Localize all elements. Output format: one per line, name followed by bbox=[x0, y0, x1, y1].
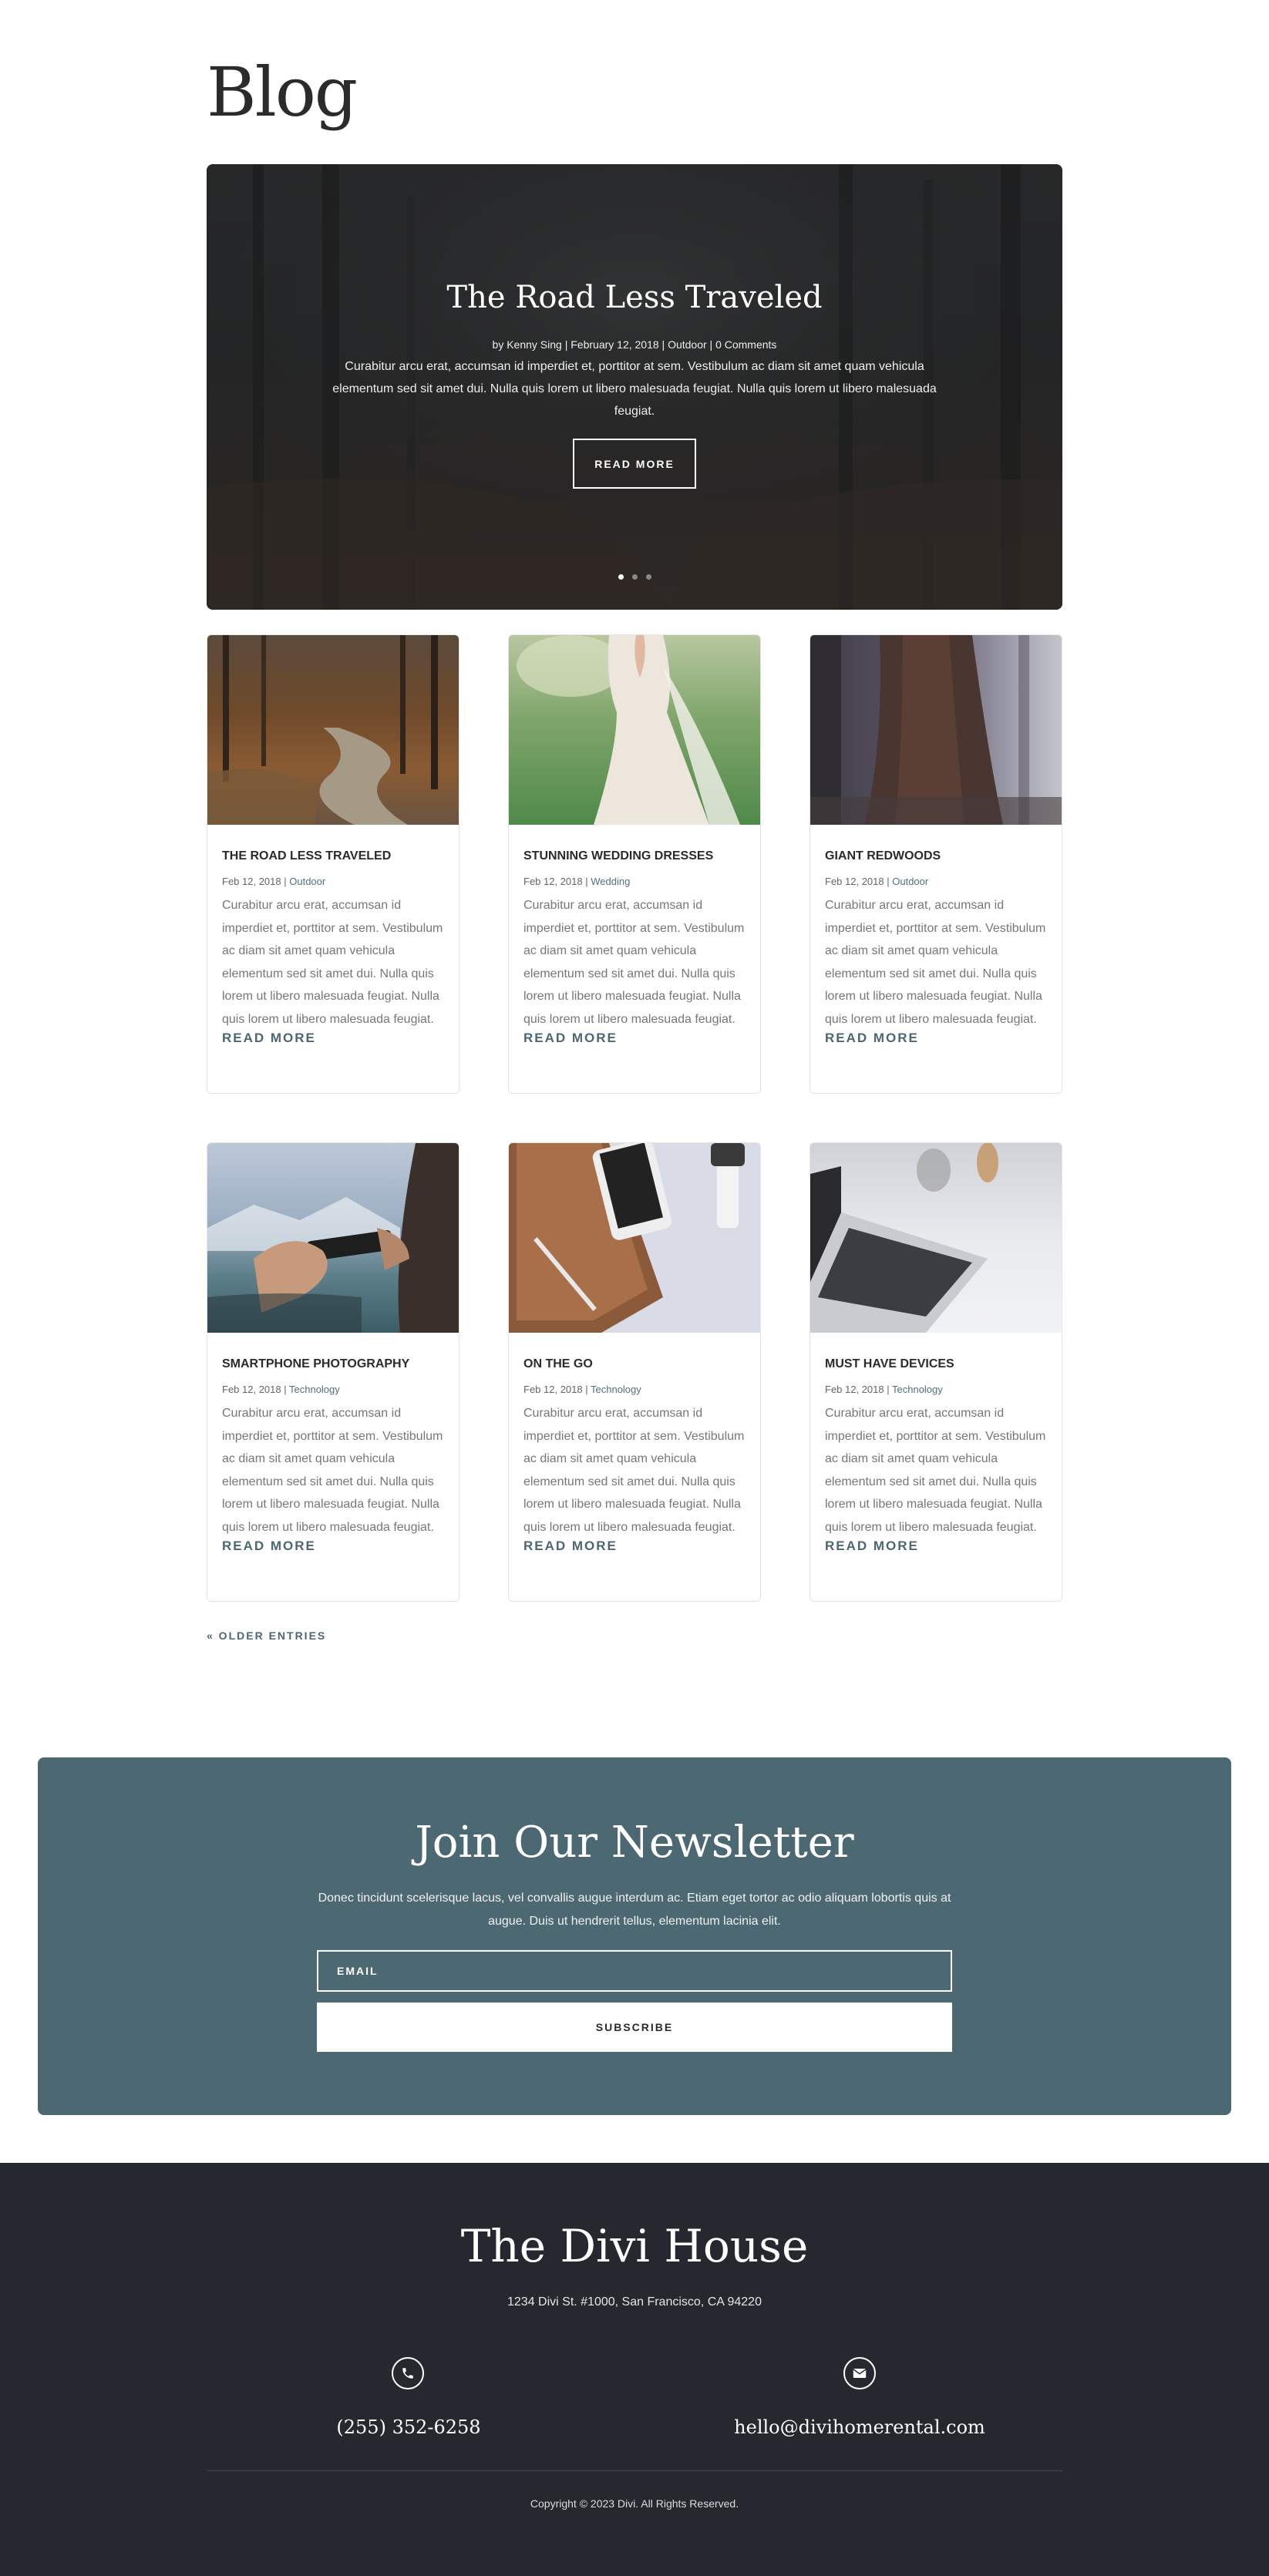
post-excerpt: Curabitur arcu erat, accumsan id imperdi… bbox=[222, 899, 443, 1026]
post-category-link[interactable]: Outdoor bbox=[289, 876, 325, 887]
post-excerpt: Curabitur arcu erat, accumsan id imperdi… bbox=[523, 899, 745, 1026]
read-more-link[interactable]: READ MORE bbox=[825, 1031, 1047, 1046]
post-card[interactable]: MUST HAVE DEVICES Feb 12, 2018 | Technol… bbox=[810, 1142, 1062, 1602]
site-footer: The Divi House 1234 Divi St. #1000, San … bbox=[0, 2163, 1269, 2576]
post-date: Feb 12, 2018 bbox=[222, 876, 281, 887]
hero-post-meta: by Kenny Sing | February 12, 2018 | Outd… bbox=[492, 338, 777, 351]
post-card[interactable]: ON THE GO Feb 12, 2018 | Technology Cura… bbox=[508, 1142, 761, 1602]
email-field[interactable]: EMAIL bbox=[317, 1950, 952, 1992]
newsletter-description: Donec tincidunt scelerisque lacus, vel c… bbox=[318, 1892, 951, 1928]
subscribe-button[interactable]: SUBSCRIBE bbox=[317, 2003, 952, 2052]
slider-dot[interactable] bbox=[618, 574, 624, 580]
phone-icon bbox=[392, 2357, 424, 2389]
post-date: Feb 12, 2018 bbox=[825, 876, 884, 887]
post-title[interactable]: ON THE GO bbox=[523, 1357, 746, 1371]
post-meta: Feb 12, 2018 | Technology bbox=[523, 1384, 641, 1395]
post-thumbnail-devices[interactable] bbox=[810, 1143, 1062, 1333]
envelope-icon bbox=[843, 2357, 876, 2389]
post-excerpt: Curabitur arcu erat, accumsan id imperdi… bbox=[523, 1407, 745, 1534]
redwoods-illustration bbox=[810, 635, 1062, 825]
page-title: Blog bbox=[207, 52, 358, 132]
post-thumbnail-redwoods[interactable] bbox=[810, 635, 1062, 825]
footer-site-title: The Divi House bbox=[460, 2220, 809, 2272]
post-date: Feb 12, 2018 bbox=[825, 1384, 884, 1395]
post-date: Feb 12, 2018 bbox=[222, 1384, 281, 1395]
post-date: Feb 12, 2018 bbox=[523, 876, 583, 887]
tablet-phone-illustration bbox=[509, 1143, 745, 1333]
slider-pagination bbox=[207, 574, 1062, 580]
smartphone-photography-illustration bbox=[207, 1143, 459, 1333]
post-excerpt: Curabitur arcu erat, accumsan id imperdi… bbox=[222, 1407, 443, 1534]
post-thumbnail-wedding[interactable] bbox=[509, 635, 760, 825]
read-more-link[interactable]: READ MORE bbox=[222, 1539, 444, 1554]
post-title[interactable]: SMARTPHONE PHOTOGRAPHY bbox=[222, 1357, 444, 1371]
post-category-link[interactable]: Outdoor bbox=[892, 876, 928, 887]
post-card[interactable]: GIANT REDWOODS Feb 12, 2018 | Outdoor Cu… bbox=[810, 634, 1062, 1094]
post-meta: Feb 12, 2018 | Technology bbox=[222, 1384, 340, 1395]
post-meta: Feb 12, 2018 | Outdoor bbox=[825, 876, 929, 887]
copyright-text: Copyright © 2023 Divi. All Rights Reserv… bbox=[530, 2497, 739, 2510]
post-title[interactable]: GIANT REDWOODS bbox=[825, 849, 1047, 863]
post-excerpt: Curabitur arcu erat, accumsan id imperdi… bbox=[825, 899, 1046, 1026]
post-title[interactable]: MUST HAVE DEVICES bbox=[825, 1357, 1047, 1371]
hero-read-more-button[interactable]: READ MORE bbox=[573, 439, 696, 489]
newsletter-section: Join Our Newsletter Donec tincidunt scel… bbox=[38, 1757, 1231, 2115]
footer-address: 1234 Divi St. #1000, San Francisco, CA 9… bbox=[507, 2295, 762, 2309]
footer-divider bbox=[207, 2470, 1062, 2471]
post-thumbnail-smartphone[interactable] bbox=[207, 1143, 459, 1333]
hero-post-excerpt: Curabitur arcu erat, accumsan id imperdi… bbox=[332, 360, 937, 418]
post-category-link[interactable]: Technology bbox=[591, 1384, 641, 1395]
post-meta: Feb 12, 2018 | Wedding bbox=[523, 876, 631, 887]
read-more-link[interactable]: READ MORE bbox=[825, 1539, 1047, 1554]
post-title[interactable]: STUNNING WEDDING DRESSES bbox=[523, 849, 746, 863]
post-thumbnail-on-the-go[interactable] bbox=[509, 1143, 760, 1333]
read-more-link[interactable]: READ MORE bbox=[523, 1539, 746, 1554]
read-more-link[interactable]: READ MORE bbox=[222, 1031, 444, 1046]
newsletter-title: Join Our Newsletter bbox=[415, 1818, 854, 1868]
slider-dot[interactable] bbox=[645, 574, 651, 580]
post-card[interactable]: STUNNING WEDDING DRESSES Feb 12, 2018 | … bbox=[508, 634, 761, 1094]
hero-post-title[interactable]: The Road Less Traveled bbox=[207, 280, 1062, 315]
laptop-illustration bbox=[810, 1143, 998, 1333]
post-category-link[interactable]: Technology bbox=[289, 1384, 340, 1395]
post-meta: Feb 12, 2018 | Outdoor bbox=[222, 876, 326, 887]
read-more-link[interactable]: READ MORE bbox=[523, 1031, 746, 1046]
road-illustration bbox=[207, 635, 438, 825]
wedding-dress-illustration bbox=[517, 635, 740, 825]
post-category-link[interactable]: Technology bbox=[892, 1384, 943, 1395]
slider-dot[interactable] bbox=[631, 574, 638, 580]
post-thumbnail-road[interactable] bbox=[207, 635, 459, 825]
post-meta: Feb 12, 2018 | Technology bbox=[825, 1384, 943, 1395]
post-category-link[interactable]: Wedding bbox=[591, 876, 630, 887]
post-card[interactable]: SMARTPHONE PHOTOGRAPHY Feb 12, 2018 | Te… bbox=[207, 1142, 459, 1602]
older-entries-link[interactable]: « OLDER ENTRIES bbox=[207, 1629, 326, 1642]
post-card[interactable]: THE ROAD LESS TRAVELED Feb 12, 2018 | Ou… bbox=[207, 634, 459, 1094]
post-excerpt: Curabitur arcu erat, accumsan id imperdi… bbox=[825, 1407, 1046, 1534]
featured-post-slider[interactable]: The Road Less Traveled by Kenny Sing | F… bbox=[207, 164, 1062, 610]
post-date: Feb 12, 2018 bbox=[523, 1384, 583, 1395]
footer-email[interactable]: hello@divihomerental.com bbox=[705, 2416, 1014, 2438]
post-title[interactable]: THE ROAD LESS TRAVELED bbox=[222, 849, 444, 863]
footer-phone[interactable]: (255) 352-6258 bbox=[254, 2416, 563, 2438]
